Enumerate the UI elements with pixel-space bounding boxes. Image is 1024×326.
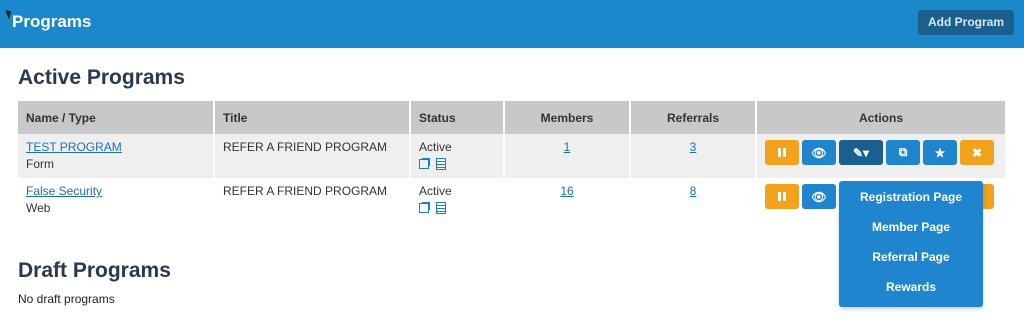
col-actions: Actions [757, 101, 1005, 134]
page-title: Programs [12, 12, 92, 31]
pause-icon [778, 192, 786, 201]
pause-button[interactable] [765, 184, 799, 209]
star-button[interactable]: ★ [923, 140, 957, 165]
col-referrals: Referrals [631, 101, 757, 134]
program-name-link[interactable]: False Security [26, 184, 102, 198]
program-type: Web [26, 201, 51, 215]
row-actions: 👁 ✎▾ ⧉ ★ ✖ [765, 140, 997, 165]
referrals-count-link[interactable]: 3 [690, 140, 697, 154]
edit-dropdown-icon: ✎▾ [852, 145, 870, 160]
members-count-link[interactable]: 1 [564, 140, 571, 154]
program-title: REFER A FRIEND PROGRAM [215, 178, 411, 222]
draft-programs-heading: Draft Programs [18, 259, 171, 282]
active-programs-heading: Active Programs [18, 66, 185, 89]
pause-button[interactable] [765, 140, 799, 165]
edit-dropdown-menu: Registration Page Member Page Referral P… [839, 181, 983, 307]
menu-item-member-page[interactable]: Member Page [839, 219, 983, 249]
add-program-button[interactable]: Add Program [918, 10, 1014, 35]
eye-icon: 👁 [811, 145, 827, 160]
status-text: Active [419, 184, 452, 198]
external-link-icon[interactable] [419, 202, 430, 213]
members-count-link[interactable]: 16 [560, 184, 573, 198]
menu-item-registration-page[interactable]: Registration Page [839, 189, 983, 219]
status-text: Active [419, 140, 452, 154]
col-name-type: Name / Type [18, 101, 215, 134]
document-icon[interactable] [436, 158, 446, 170]
eye-icon: 👁 [811, 189, 827, 204]
external-link-icon[interactable] [419, 158, 430, 169]
delete-button[interactable]: ✖ [960, 140, 994, 165]
view-button[interactable]: 👁 [802, 184, 836, 209]
close-icon: ✖ [971, 145, 983, 160]
copy-button[interactable]: ⧉ [886, 140, 920, 165]
copy-icon: ⧉ [898, 145, 908, 159]
app-header: Programs Add Program [0, 0, 1024, 48]
no-draft-text: No draft programs [18, 292, 115, 306]
menu-item-referral-page[interactable]: Referral Page [839, 249, 983, 279]
referrals-count-link[interactable]: 8 [690, 184, 697, 198]
program-name-link[interactable]: TEST PROGRAM [26, 140, 122, 154]
col-status: Status [411, 101, 505, 134]
menu-item-rewards[interactable]: Rewards [839, 279, 983, 309]
col-members: Members [505, 101, 631, 134]
document-icon[interactable] [436, 202, 446, 214]
edit-dropdown-button[interactable]: ✎▾ [839, 140, 883, 165]
col-title: Title [215, 101, 411, 134]
table-header-row: Name / Type Title Status Members Referra… [18, 101, 1005, 134]
program-title: REFER A FRIEND PROGRAM [215, 134, 411, 178]
table-row: TEST PROGRAM Form REFER A FRIEND PROGRAM… [18, 134, 1005, 178]
star-icon: ★ [934, 145, 946, 160]
view-button[interactable]: 👁 [802, 140, 836, 165]
pause-icon [778, 148, 786, 157]
program-type: Form [26, 157, 54, 171]
